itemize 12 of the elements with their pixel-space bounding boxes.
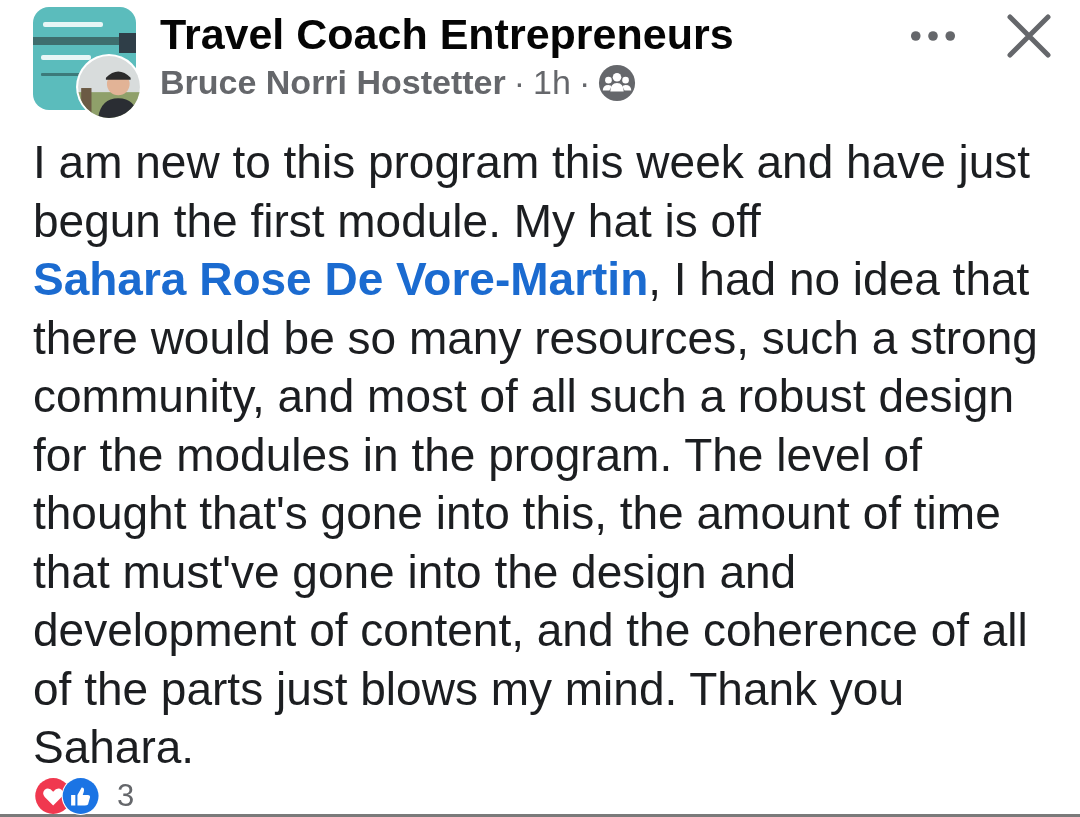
mention-link[interactable]: Sahara Rose xyxy=(33,253,312,305)
post-text: I am new to this program this week and have just begun the first module. My hat is off Sahara Rose De Vore-Martin, I had no idea that there would be so many resources, such a strong community, and most of all such a robust design for the modules in the program. The level of thought that's gone into this, the amount of time that must've gone into the design and development of content, and the coherence of all of the parts just blows my mind. Thank you Sahara. xyxy=(33,135,1039,775)
close-button[interactable] xyxy=(1006,13,1052,59)
reaction-count[interactable]: 3 xyxy=(117,777,135,814)
more-button[interactable] xyxy=(910,30,956,42)
separator: · xyxy=(578,63,591,102)
group-name[interactable]: Travel Coach Entrepreneurs xyxy=(160,10,910,59)
mention-link[interactable]: De Vore-Martin xyxy=(324,253,649,305)
author-name[interactable]: Bruce Norri Hostetter xyxy=(160,63,506,102)
separator: · xyxy=(513,63,526,102)
group-audience-icon[interactable] xyxy=(598,63,637,102)
post-time[interactable]: 1h xyxy=(533,63,571,102)
